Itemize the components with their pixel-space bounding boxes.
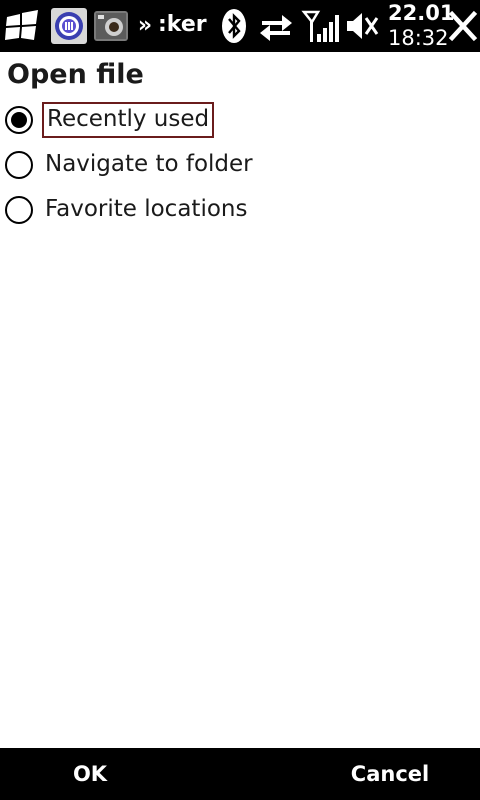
- close-icon[interactable]: [446, 0, 480, 52]
- radio-button-checked[interactable]: [5, 106, 33, 134]
- sync-arrows-icon[interactable]: [256, 0, 296, 52]
- camera-icon[interactable]: [92, 0, 132, 52]
- volume-muted-icon[interactable]: [344, 0, 380, 52]
- radio-option-navigate-to-folder[interactable]: Navigate to folder: [4, 147, 324, 187]
- app-title: :ker: [158, 12, 207, 37]
- ok-button[interactable]: OK: [0, 748, 180, 800]
- overflow-chevron-icon[interactable]: »: [134, 0, 156, 52]
- bluetooth-icon[interactable]: [218, 0, 252, 52]
- radio-label: Recently used: [42, 102, 215, 138]
- radio-button[interactable]: [5, 151, 33, 179]
- radio-label: Navigate to folder: [45, 151, 253, 177]
- status-bar: » :ker 22.01 18:32: [0, 0, 480, 52]
- windows-start-icon[interactable]: [0, 0, 46, 52]
- page-title: Open file: [7, 59, 144, 90]
- radio-option-favorite-locations[interactable]: Favorite locations: [4, 192, 324, 232]
- radio-option-recently-used[interactable]: Recently used: [4, 102, 324, 142]
- clock-date: 22.01: [388, 1, 455, 25]
- cancel-button[interactable]: Cancel: [300, 748, 480, 800]
- screen: » :ker 22.01 18:32 Open file Recently us…: [0, 0, 480, 800]
- radio-button[interactable]: [5, 196, 33, 224]
- softkey-bar: OK Cancel: [0, 748, 480, 800]
- radio-label: Favorite locations: [45, 196, 248, 222]
- app-icon[interactable]: [50, 0, 90, 52]
- clock-time: 18:32: [388, 26, 449, 50]
- signal-strength-icon[interactable]: [300, 0, 342, 52]
- clock[interactable]: 22.01 18:32: [384, 0, 454, 52]
